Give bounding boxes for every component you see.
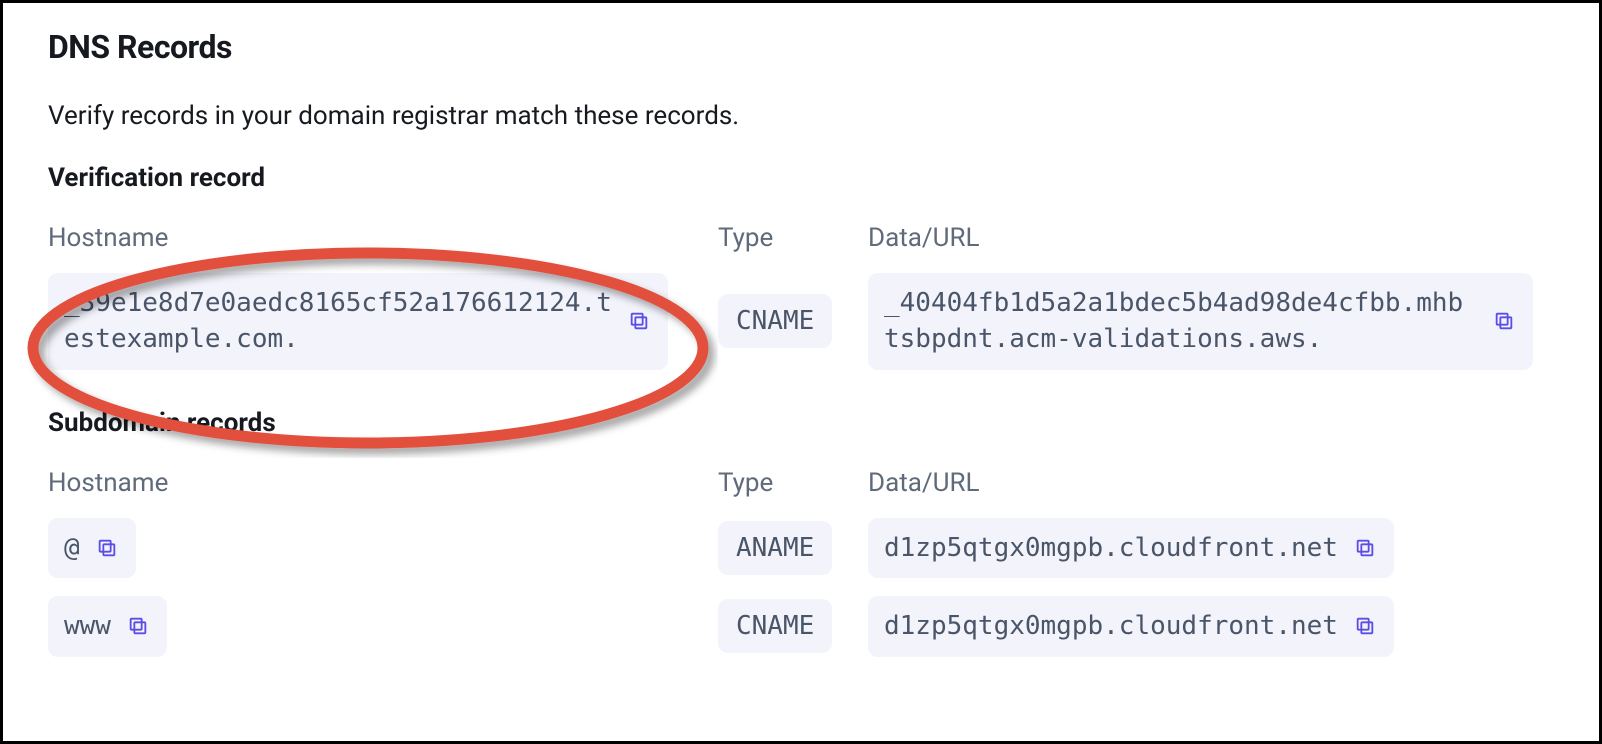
- subdomain-hostname-box: @: [48, 518, 136, 578]
- verification-record-row: _39e1e8d7e0aedc8165cf52a176612124.testex…: [48, 273, 1554, 370]
- hostname-column-label: Hostname: [48, 223, 718, 253]
- dns-records-panel: DNS Records Verify records in your domai…: [0, 0, 1602, 744]
- subdomain-hostname-box: www: [48, 596, 167, 656]
- subdomain-section-title: Subdomain records: [48, 408, 1554, 438]
- hostname-column-label: Hostname: [48, 468, 718, 498]
- type-column-label: Type: [718, 223, 868, 253]
- subdomain-record-row: www CNAME d1zp5qtgx0mgpb.cloudfront.net: [48, 596, 1554, 656]
- subdomain-data-box: d1zp5qtgx0mgpb.cloudfront.net: [868, 596, 1394, 656]
- copy-icon[interactable]: [94, 535, 120, 561]
- copy-icon[interactable]: [1491, 308, 1517, 334]
- subdomain-hostname-value: www: [64, 608, 111, 644]
- copy-icon[interactable]: [125, 613, 151, 639]
- subdomain-type-badge: ANAME: [718, 521, 832, 575]
- subdomain-type-badge: CNAME: [718, 599, 832, 653]
- copy-icon[interactable]: [626, 308, 652, 334]
- subdomain-data-value: d1zp5qtgx0mgpb.cloudfront.net: [884, 608, 1338, 644]
- verification-type-badge: CNAME: [718, 294, 832, 348]
- verification-section-title: Verification record: [48, 163, 1554, 193]
- type-column-label: Type: [718, 468, 868, 498]
- subdomain-table-header: Hostname Type Data/URL: [48, 468, 1554, 498]
- data-column-label: Data/URL: [868, 468, 1554, 498]
- verification-data-value: _40404fb1d5a2a1bdec5b4ad98de4cfbb.mhbtsb…: [884, 285, 1477, 358]
- verification-hostname-value: _39e1e8d7e0aedc8165cf52a176612124.testex…: [64, 285, 612, 358]
- verification-hostname-box: _39e1e8d7e0aedc8165cf52a176612124.testex…: [48, 273, 668, 370]
- subdomain-hostname-value: @: [64, 530, 80, 566]
- data-column-label: Data/URL: [868, 223, 1554, 253]
- page-title: DNS Records: [48, 28, 1554, 66]
- subdomain-data-value: d1zp5qtgx0mgpb.cloudfront.net: [884, 530, 1338, 566]
- verification-table-header: Hostname Type Data/URL: [48, 223, 1554, 253]
- page-description: Verify records in your domain registrar …: [48, 101, 1554, 131]
- subdomain-record-row: @ ANAME d1zp5qtgx0mgpb.cloudfront.net: [48, 518, 1554, 578]
- copy-icon[interactable]: [1352, 613, 1378, 639]
- verification-data-box: _40404fb1d5a2a1bdec5b4ad98de4cfbb.mhbtsb…: [868, 273, 1533, 370]
- subdomain-data-box: d1zp5qtgx0mgpb.cloudfront.net: [868, 518, 1394, 578]
- copy-icon[interactable]: [1352, 535, 1378, 561]
